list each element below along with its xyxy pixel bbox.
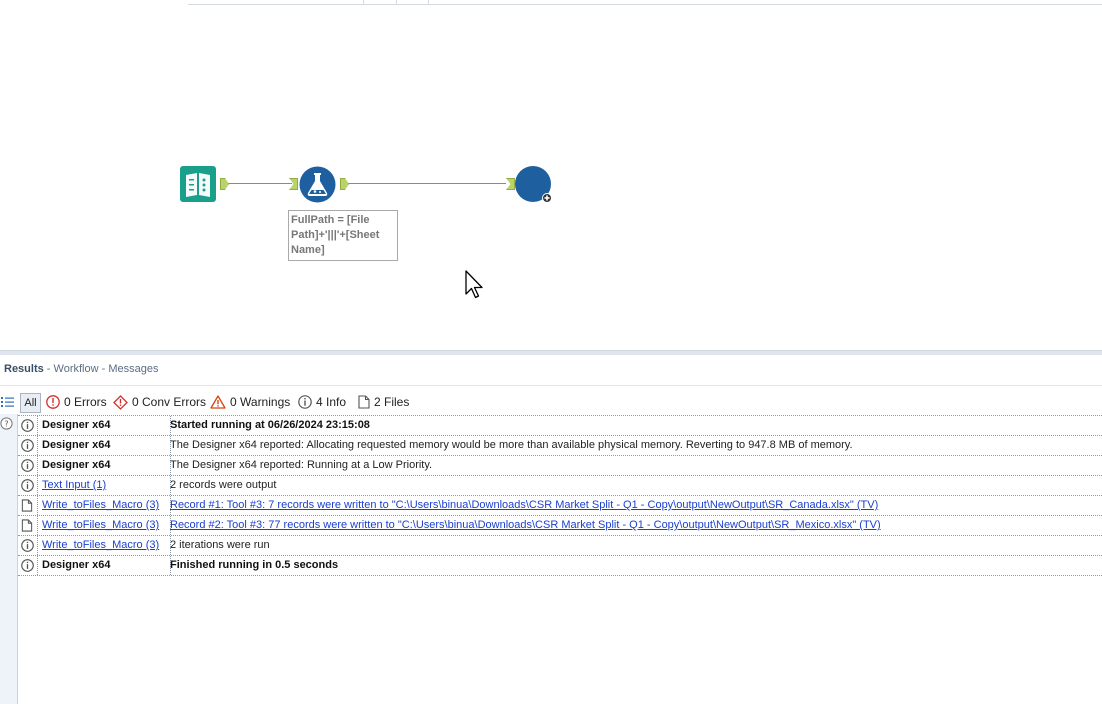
file-icon (21, 519, 34, 532)
message-text: The Designer x64 reported: Running at a … (170, 459, 433, 471)
divider (0, 385, 1102, 386)
tool-name: Designer x64 (37, 556, 171, 575)
filter-errors-label: 0 Errors (64, 395, 107, 409)
text-input-icon (180, 166, 216, 202)
info-icon (21, 539, 34, 552)
output-file-link[interactable]: Record #2: Tool #3: 77 records were writ… (170, 516, 1102, 535)
mouse-cursor-icon (465, 270, 483, 299)
filter-files-label: 2 Files (374, 395, 410, 409)
filter-files-button[interactable]: 2 Files (358, 392, 409, 412)
formula-tool[interactable] (299, 166, 336, 203)
conversion-error-icon (113, 394, 128, 410)
message-row[interactable]: Designer x64 Finished running in 0.5 seco… (18, 556, 1102, 576)
message-text: 2 records were output (170, 479, 277, 491)
text-input-tool[interactable] (180, 166, 216, 202)
input-anchor[interactable] (289, 178, 298, 190)
connection-line[interactable] (228, 183, 292, 184)
warning-icon (210, 395, 226, 409)
file-icon (21, 499, 34, 512)
message-row[interactable]: Write_toFiles_Macro (3) 2 iterations were… (18, 536, 1102, 556)
results-title: Results - Workflow - Messages (4, 363, 158, 375)
filter-warnings-label: 0 Warnings (230, 395, 291, 409)
info-icon (298, 395, 312, 409)
info-icon (21, 559, 34, 572)
message-row[interactable]: Write_toFiles_Macro (3) Record #2: Tool #… (18, 516, 1102, 536)
input-anchor[interactable] (506, 178, 515, 190)
canvas-top-grid (188, 0, 1102, 5)
error-icon (46, 395, 60, 409)
results-gutter (0, 414, 18, 704)
message-row[interactable]: Text Input (1) 2 records were output (18, 476, 1102, 496)
results-filter-bar: All 0 Errors 0 Conv Errors 0 Warnings 4 … (0, 392, 1102, 414)
tool-name: Designer x64 (37, 436, 171, 455)
info-icon (21, 419, 34, 432)
message-row[interactable]: Designer x64 The Designer x64 reported: R… (18, 456, 1102, 476)
flask-icon (299, 166, 336, 203)
message-text: The Designer x64 reported: Allocating re… (170, 439, 853, 451)
info-icon (21, 479, 34, 492)
results-panel: Results - Workflow - Messages All 0 Erro… (0, 355, 1102, 704)
tool-name: Designer x64 (37, 456, 171, 475)
message-text: Started running at 06/26/2024 23:15:08 (170, 419, 370, 431)
message-text: 2 iterations were run (170, 539, 270, 551)
filter-errors-button[interactable]: 0 Errors (46, 392, 107, 412)
message-row[interactable]: Designer x64 Started running at 06/26/202… (18, 415, 1102, 436)
message-row[interactable]: Write_toFiles_Macro (3) Record #1: Tool #… (18, 496, 1102, 516)
list-view-icon[interactable] (1, 396, 14, 408)
tool-name: Designer x64 (37, 416, 171, 435)
info-icon (21, 439, 34, 452)
macro-icon (515, 166, 552, 203)
output-file-link[interactable]: Record #1: Tool #3: 7 records were writt… (170, 496, 1102, 515)
info-icon (21, 459, 34, 472)
connection-line[interactable] (348, 183, 506, 184)
output-anchor[interactable] (220, 178, 229, 190)
formula-annotation[interactable]: FullPath = [File Path]+'|||'+[Sheet Name… (288, 210, 398, 261)
message-text: Finished running in 0.5 seconds (170, 559, 339, 571)
tool-link[interactable]: Write_toFiles_Macro (3) (37, 536, 171, 555)
filter-warnings-button[interactable]: 0 Warnings (210, 392, 290, 412)
macro-tool[interactable] (515, 166, 555, 206)
svg-text:?: ? (4, 420, 8, 429)
output-anchor[interactable] (340, 178, 349, 190)
filter-info-label: 4 Info (316, 395, 347, 409)
workflow-canvas[interactable]: FullPath = [File Path]+'|||'+[Sheet Name… (0, 0, 1102, 350)
messages-table: Designer x64 Started running at 06/26/202… (18, 415, 1102, 576)
tool-link[interactable]: Text Input (1) (37, 476, 171, 495)
filter-all-button[interactable]: All (20, 393, 41, 413)
tool-link[interactable]: Write_toFiles_Macro (3) (37, 496, 171, 515)
help-icon[interactable]: ? (0, 417, 13, 430)
results-title-label: Results (4, 363, 44, 375)
filter-info-button[interactable]: 4 Info (298, 392, 346, 412)
file-icon (358, 395, 370, 409)
filter-conv-errors-button[interactable]: 0 Conv Errors (113, 392, 206, 412)
results-breadcrumb: - Workflow - Messages (43, 363, 159, 375)
tool-link[interactable]: Write_toFiles_Macro (3) (37, 516, 171, 535)
filter-conv-errors-label: 0 Conv Errors (132, 395, 207, 409)
message-row[interactable]: Designer x64 The Designer x64 reported: A… (18, 436, 1102, 456)
